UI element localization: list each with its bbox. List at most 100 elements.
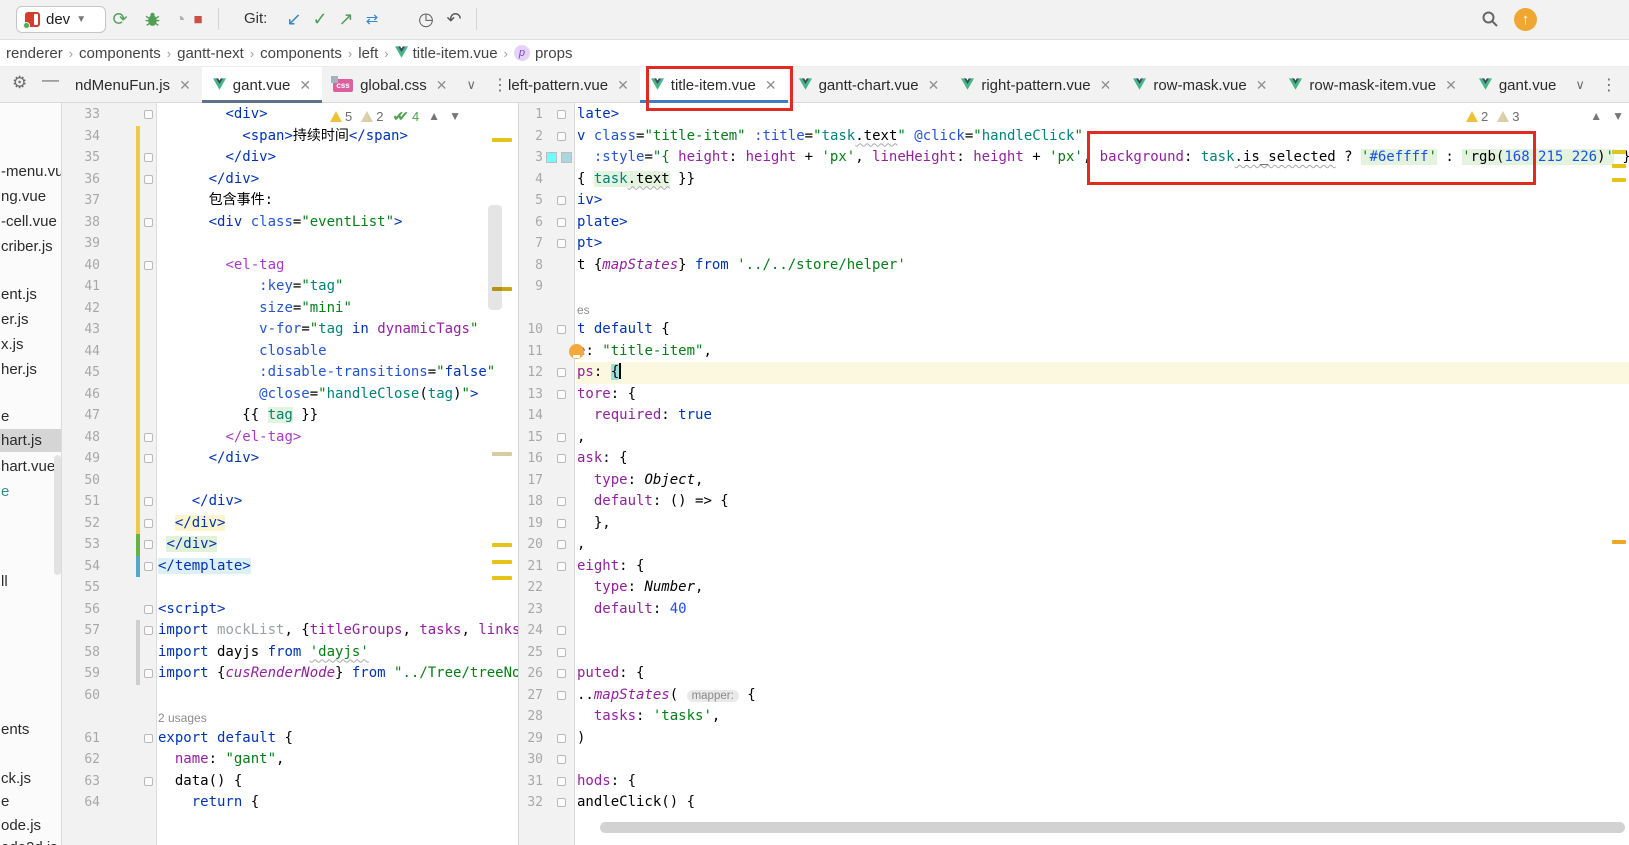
git-update-icon[interactable]: ↙ — [282, 7, 306, 31]
code-line-18[interactable]: 18 default: () => { — [519, 491, 1629, 513]
fold-marker-icon[interactable] — [144, 454, 153, 463]
code-line-55[interactable]: 55 — [62, 577, 518, 599]
breadcrumb-item-left[interactable]: left — [354, 45, 382, 62]
debug-icon[interactable] — [140, 7, 164, 31]
fold-marker-icon[interactable] — [557, 691, 566, 700]
fold-marker-icon[interactable] — [144, 777, 153, 786]
close-icon[interactable]: ✕ — [926, 77, 940, 94]
code-line-27[interactable]: 27..mapStates( mapper: { — [519, 685, 1629, 707]
prev-problem-icon[interactable]: ▲ — [428, 109, 440, 123]
fold-marker-icon[interactable] — [557, 734, 566, 743]
fold-marker-icon[interactable] — [144, 540, 153, 549]
breadcrumb-item-gantt-next[interactable]: gantt-next — [173, 45, 248, 62]
code-line-32[interactable]: 32andleClick() { — [519, 792, 1629, 814]
code-line-62[interactable]: 62 name: "gant", — [62, 749, 518, 771]
fold-marker-icon[interactable] — [557, 798, 566, 807]
gear-icon[interactable]: ⚙ — [12, 73, 27, 93]
intention-bulb-icon[interactable] — [569, 344, 584, 359]
stripe-warning-mark[interactable] — [492, 576, 512, 580]
code-line-3[interactable]: 3 :style="{ height: height + 'px', lineH… — [519, 147, 1629, 169]
git-rollback-icon[interactable]: ↶ — [442, 7, 466, 31]
breadcrumb-item-components[interactable]: components — [256, 45, 346, 62]
fold-marker-icon[interactable] — [144, 562, 153, 571]
usages-inlay[interactable]: 2 usages — [158, 708, 207, 730]
tree-item-hart.js[interactable]: hart.js — [0, 429, 62, 452]
fold-marker-icon[interactable] — [557, 669, 566, 678]
stripe-warning-mark[interactable] — [1612, 164, 1626, 168]
tab-right-pattern.vue[interactable]: right-pattern.vue✕ — [950, 67, 1122, 103]
code-line-8[interactable]: 8t {mapStates} from '../../store/helper' — [519, 255, 1629, 277]
fold-marker-icon[interactable] — [144, 497, 153, 506]
code-line-50[interactable]: 50 — [62, 470, 518, 492]
run-config-selector[interactable]: dev ▼ — [16, 6, 106, 33]
fold-marker-icon[interactable] — [144, 669, 153, 678]
code-line-44[interactable]: 44 closable — [62, 341, 518, 363]
stripe-warning-mark[interactable] — [492, 138, 512, 142]
editor-left-pane[interactable]: 33 <div>34 <span>持续时间</span>35 </div>36 … — [62, 103, 518, 845]
tree-item--menu.vue[interactable]: -menu.vue — [0, 160, 62, 183]
tree-item-criber.js[interactable]: criber.js — [0, 235, 62, 258]
close-icon[interactable]: ✕ — [177, 77, 191, 94]
code-line-42[interactable]: 42 size="mini" — [62, 298, 518, 320]
tab-gantt-chart.vue[interactable]: gantt-chart.vue✕ — [788, 67, 951, 103]
stripe-warning-mark[interactable] — [1612, 150, 1626, 154]
code-line-5[interactable]: 5iv> — [519, 190, 1629, 212]
code-line-9[interactable]: 9 — [519, 276, 1629, 298]
tree-item-her.js[interactable]: her.js — [0, 358, 62, 381]
fold-marker-icon[interactable] — [144, 734, 153, 743]
code-line-29[interactable]: 29) — [519, 728, 1629, 750]
git-history-icon[interactable]: ◷ — [414, 7, 438, 31]
close-icon[interactable]: ✕ — [615, 77, 629, 94]
breadcrumb-item-props[interactable]: pprops — [510, 45, 577, 62]
code-line-16[interactable]: 16ask: { — [519, 448, 1629, 470]
stripe-warning-mark[interactable] — [492, 560, 512, 564]
kebab-menu-icon[interactable]: ⋮ — [1593, 67, 1625, 103]
code-line-60[interactable]: 60 — [62, 685, 518, 707]
code-line-39[interactable]: 39 — [62, 233, 518, 255]
breadcrumb-item-renderer[interactable]: renderer — [2, 45, 67, 62]
chevron-down-icon[interactable]: ∨ — [459, 67, 485, 103]
fold-marker-icon[interactable] — [557, 626, 566, 635]
close-icon[interactable]: ✕ — [1254, 77, 1268, 94]
code-line-34[interactable]: 34 <span>持续时间</span> — [62, 126, 518, 148]
tree-item-ent.js[interactable]: ent.js — [0, 283, 62, 306]
code-line-24[interactable]: 24 — [519, 620, 1629, 642]
code-line-56[interactable]: 56<script> — [62, 599, 518, 621]
tab-left-pattern.vue[interactable]: left-pattern.vue✕ — [497, 67, 640, 103]
code-line-15[interactable]: 15, — [519, 427, 1629, 449]
code-line-25[interactable]: 25 — [519, 642, 1629, 664]
ok-count[interactable]: 4 — [412, 109, 419, 124]
tab-gant.vue[interactable]: gant.vue✕ — [202, 67, 322, 103]
warning-count[interactable]: 2 — [1481, 109, 1488, 124]
tree-item-x.js[interactable]: x.js — [0, 333, 62, 356]
fold-marker-icon[interactable] — [144, 626, 153, 635]
right-pane-hscrollbar[interactable] — [600, 822, 1625, 833]
code-line-36[interactable]: 36 </div> — [62, 169, 518, 191]
fold-marker-icon[interactable] — [144, 605, 153, 614]
code-line-58[interactable]: 58import dayjs from 'dayjs' — [62, 642, 518, 664]
tab-title-item.vue[interactable]: title-item.vue✕ — [640, 67, 788, 103]
code-line-38[interactable]: 38 <div class="eventList"> — [62, 212, 518, 234]
fold-marker-icon[interactable] — [557, 540, 566, 549]
hide-tabs-icon[interactable]: — — [42, 70, 59, 90]
weak-warning-count[interactable]: 2 — [376, 109, 383, 124]
code-line-10[interactable]: 10t default { — [519, 319, 1629, 341]
fold-marker-icon[interactable] — [557, 648, 566, 657]
code-line-61[interactable]: 61export default { — [62, 728, 518, 750]
stop-icon[interactable]: ■ — [186, 7, 210, 31]
code-line-20[interactable]: 20, — [519, 534, 1629, 556]
fold-marker-icon[interactable] — [557, 218, 566, 227]
stripe-warning-mark[interactable] — [492, 543, 512, 547]
fold-marker-icon[interactable] — [144, 175, 153, 184]
close-icon[interactable]: ✕ — [1098, 77, 1112, 94]
code-line-41[interactable]: 41 :key="tag" — [62, 276, 518, 298]
code-line-31[interactable]: 31hods: { — [519, 771, 1629, 793]
code-line-40[interactable]: 40 <el-tag — [62, 255, 518, 277]
update-notification-icon[interactable]: ↑ — [1514, 8, 1537, 31]
code-line-37[interactable]: 37 包含事件: — [62, 190, 518, 212]
color-swatch-icon[interactable] — [561, 152, 572, 163]
code-line-53[interactable]: 53 </div> — [62, 534, 518, 556]
rerun-icon[interactable]: ⟳ — [108, 7, 132, 31]
tree-item-e[interactable]: e — [0, 480, 62, 503]
tree-item--cell.vue[interactable]: -cell.vue — [0, 210, 62, 233]
